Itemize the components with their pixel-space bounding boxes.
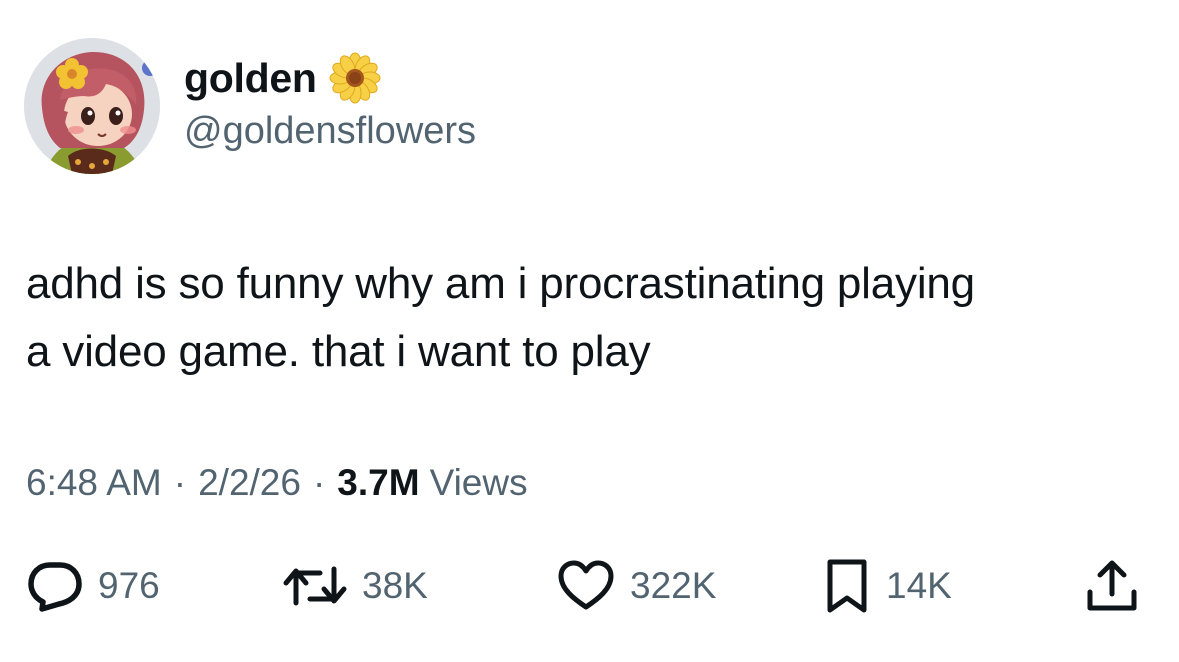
timestamp-date[interactable]: 2/2/26 <box>198 462 301 504</box>
avatar[interactable] <box>24 38 160 174</box>
like-button[interactable]: 322K <box>556 556 716 616</box>
tweet-text: adhd is so funny why am i procrastinatin… <box>26 259 975 376</box>
views-count: 3.7M <box>337 462 420 503</box>
handle[interactable]: @goldensflowers <box>184 110 476 153</box>
timestamp-time[interactable]: 6:48 AM <box>26 462 162 504</box>
share-button[interactable] <box>1084 556 1140 616</box>
tweet: golden @goldensflowers adhd is so funny … <box>0 0 1179 662</box>
reply-icon <box>26 559 84 613</box>
sunflower-icon <box>329 52 381 104</box>
meta-separator: · <box>173 462 187 503</box>
bookmark-button[interactable]: 14K <box>822 556 952 616</box>
reply-button[interactable]: 976 <box>26 556 160 616</box>
share-icon <box>1084 558 1140 614</box>
bookmark-count: 14K <box>886 565 952 606</box>
retweet-count: 38K <box>362 565 428 606</box>
retweet-button[interactable]: 38K <box>282 556 428 616</box>
retweet-icon <box>282 559 348 613</box>
reply-count: 976 <box>98 565 160 606</box>
meta-separator: · <box>312 462 326 503</box>
heart-icon <box>556 559 616 613</box>
tweet-meta: 6:48 AM · 2/2/26 · 3.7M Views <box>26 462 528 504</box>
author-name-row: golden <box>184 50 381 106</box>
avatar-illustration <box>24 38 160 174</box>
like-count: 322K <box>630 565 717 606</box>
display-name[interactable]: golden <box>184 55 317 102</box>
action-bar: 976 38K 322K 14K <box>26 556 1146 616</box>
bookmark-icon <box>822 558 872 614</box>
views-label: Views <box>429 462 528 503</box>
